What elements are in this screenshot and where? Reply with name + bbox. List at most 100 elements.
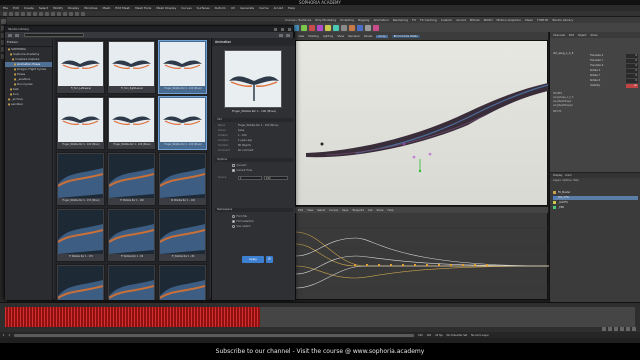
library-item[interactable]: Finger_Wobble Ror 1 - 100 (Move) [56, 96, 105, 150]
apply-options-icon[interactable]: ⟳ [266, 256, 273, 263]
graph-menu-show[interactable]: Show [376, 209, 383, 212]
attr-translate-x[interactable]: Translate X0 [590, 54, 638, 58]
library-item[interactable]: Fl_Turn_LeftLeaner [56, 40, 105, 94]
select-object-icon[interactable] [39, 11, 43, 16]
graph-menu-view[interactable]: View [307, 209, 313, 212]
info-section-header[interactable]: Info [215, 118, 293, 122]
viewport-menu-renderer[interactable]: Renderer [348, 35, 360, 38]
step-back-icon[interactable] [608, 327, 612, 331]
library-item[interactable]: Fr_Wobble Ror 1 - 80 [158, 208, 207, 262]
range-end-field[interactable]: 120 [427, 334, 432, 337]
source-start-field[interactable]: 1 [238, 176, 262, 180]
apply-button[interactable]: Apply [242, 256, 264, 263]
menu-arnold[interactable]: Arnold [273, 6, 283, 10]
menu-deform[interactable]: Deform [215, 6, 226, 10]
open-scene-icon[interactable] [9, 11, 13, 16]
shelf-button-icon[interactable] [301, 24, 307, 31]
viewport-menu-shading[interactable]: Shading [308, 35, 319, 38]
redo-icon[interactable] [27, 11, 31, 16]
library-item[interactable]: Fr Wobble Ror 1 - 80 [107, 208, 156, 262]
graph-editor[interactable] [295, 207, 550, 301]
menu-surfaces[interactable]: Surfaces [197, 6, 210, 10]
menu-cache[interactable]: Cache [259, 6, 268, 10]
library-item[interactable]: Fl_Turn_RightLeaner [107, 40, 156, 94]
menu-edit-mesh[interactable]: Edit Mesh [115, 6, 130, 10]
graph-menu-curves[interactable]: Curves [329, 209, 338, 212]
layer-row[interactable]: FK_Master [553, 191, 638, 195]
library-item[interactable]: Finger_Wobble Ror 1 - 100 (Move) [158, 40, 207, 94]
shelf-tab[interactable]: Studio Library [552, 18, 573, 22]
shape-node[interactable]: wingTwistShape [553, 100, 571, 103]
ipr-render-icon[interactable] [75, 11, 79, 16]
snap-curve-icon[interactable] [57, 11, 61, 16]
close-icon[interactable] [288, 27, 291, 31]
shelf-tab[interactable]: TURTLE [537, 18, 548, 22]
view-options-icon[interactable] [279, 33, 283, 37]
folder-item[interactable]: sandbox [5, 102, 52, 107]
shelf-tab[interactable]: Custom [441, 18, 453, 22]
shelf-tab[interactable]: Rendering [393, 18, 408, 22]
menu-modify[interactable]: Modify [53, 6, 63, 10]
graph-menu-list[interactable]: List [368, 209, 373, 212]
graph-menu-tangents[interactable]: Tangents [352, 209, 364, 212]
animation-curves[interactable] [295, 208, 550, 301]
minimize-icon[interactable] [274, 27, 277, 31]
library-item[interactable]: Finger_Wobble Ror 1 - 100 (Move) [107, 96, 156, 150]
menu-mesh-tools[interactable]: Mesh Tools [135, 6, 151, 10]
search-input[interactable] [24, 33, 84, 37]
graph-menu-help[interactable]: Help [387, 209, 393, 212]
layer-row[interactable]: _LIGHTS [553, 201, 638, 205]
shelf-button-icon[interactable] [309, 24, 315, 31]
attr-visibility[interactable]: Visibility on [590, 84, 638, 88]
save-scene-icon[interactable] [15, 11, 19, 16]
play-back-icon[interactable] [614, 327, 618, 331]
viewport-menu-view[interactable]: View [298, 35, 304, 38]
shelf-tab[interactable]: Bifrost [470, 18, 480, 22]
character-set-dropdown[interactable]: No Character Set [447, 334, 468, 337]
undo-icon[interactable] [21, 11, 25, 16]
menu-windows[interactable]: Windows [84, 6, 97, 10]
shelf-button-icon[interactable] [357, 24, 363, 31]
folder-icon[interactable] [15, 33, 19, 37]
shelf-button-icon[interactable] [349, 24, 355, 31]
shelf-button-icon[interactable] [365, 24, 371, 31]
step-forward-icon[interactable] [626, 327, 630, 331]
current-time-checkbox[interactable]: Current Time [232, 169, 306, 173]
menu-select[interactable]: Select [39, 6, 48, 10]
attr-rotate-x[interactable]: Rotate X0 [590, 69, 638, 73]
shape-node[interactable]: wingTwistShape2 [553, 104, 573, 107]
graph-menu-edit[interactable]: Edit [298, 209, 303, 212]
new-item-icon[interactable] [8, 33, 12, 37]
select-component-icon[interactable] [45, 11, 49, 16]
library-item[interactable]: Finger_Wobble Ror 1 - 100 (Move) [158, 96, 207, 150]
library-item[interactable]: Fr/Ri_Wobble_pose [107, 264, 156, 300]
cb-menu-object[interactable]: Object [578, 34, 586, 37]
shelf-button-icon[interactable] [341, 24, 347, 31]
attr-rotate-y[interactable]: Rotate Y0 [590, 74, 638, 78]
maximize-icon[interactable] [281, 27, 284, 31]
layer-row[interactable]: _ENV [553, 206, 638, 210]
tab-anim-layers[interactable]: Anim [565, 174, 572, 177]
render-icon[interactable] [69, 11, 73, 16]
attr-translate-z[interactable]: Translate Z0 [590, 64, 638, 68]
cb-menu-edit[interactable]: Edit [569, 34, 574, 37]
shelf-tab[interactable]: FX [412, 18, 416, 22]
shelf-tab[interactable]: Arnold [456, 18, 466, 22]
playback-end-field[interactable]: 100 [418, 334, 423, 337]
library-item[interactable]: Fr Wobble Ror 1 - 100 [107, 152, 156, 206]
layer-row[interactable]: RIG_CTRL [553, 196, 638, 200]
shelf-tab[interactable]: Curves / Surfaces [285, 18, 311, 22]
animation-preview-image[interactable] [224, 50, 282, 108]
layers-menu-options[interactable]: Options [562, 179, 571, 182]
select-hierarchy-icon[interactable] [33, 11, 37, 16]
library-item[interactable]: Fr Wobble Ror 1 - 170 [56, 208, 105, 262]
menu-create[interactable]: Create [24, 6, 34, 10]
shelf-tab[interactable]: XGen [525, 18, 533, 22]
wing-model[interactable] [296, 41, 549, 207]
shelf-tab[interactable]: Poly Modeling [315, 18, 336, 22]
menu-file[interactable]: File [3, 6, 8, 10]
viewport-menu-lighting[interactable]: Lighting [323, 35, 333, 38]
shape-node[interactable]: wingShape_L_C_5 [553, 96, 573, 99]
menu-uv[interactable]: UV [231, 6, 235, 10]
namespace-from-selection-radio[interactable]: From selection [232, 220, 306, 224]
